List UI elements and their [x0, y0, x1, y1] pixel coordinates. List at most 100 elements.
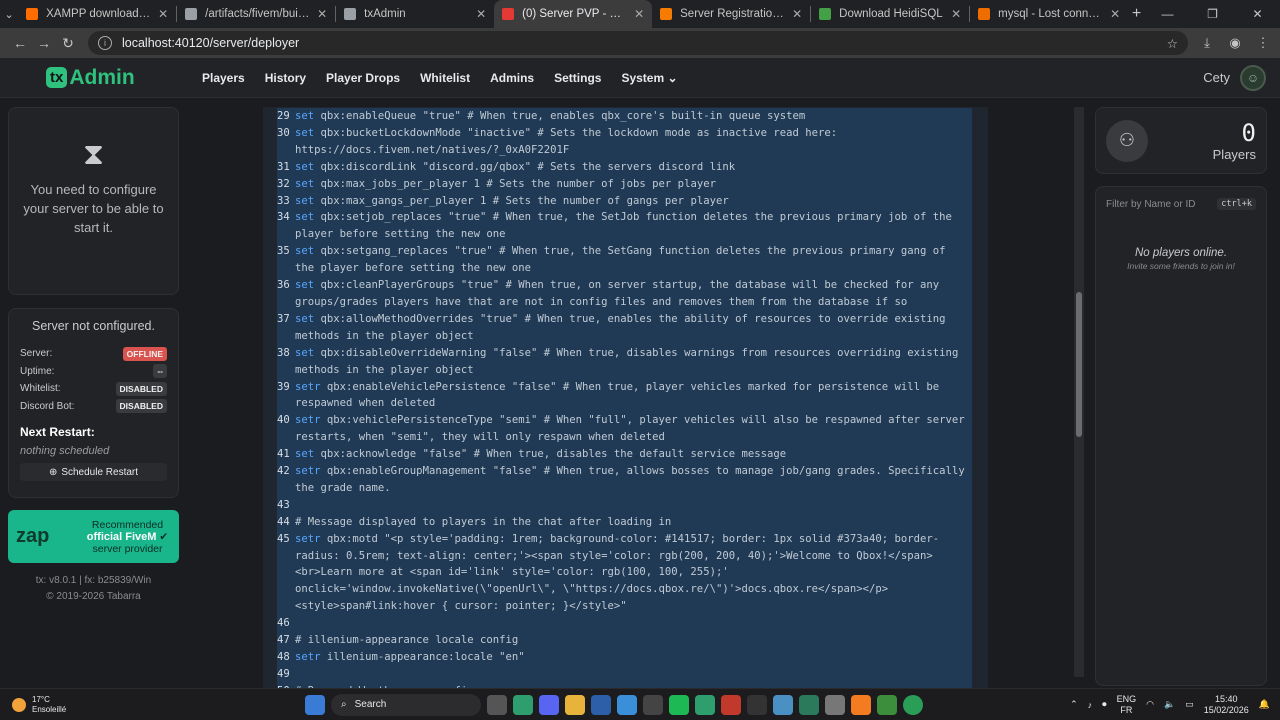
bookmark-star-icon[interactable]: ☆ [1167, 36, 1178, 51]
chrome-icon[interactable] [513, 694, 533, 715]
close-tab-icon[interactable]: ✕ [317, 7, 327, 21]
browser-tab[interactable]: XAMPP download | SourceForge ✕ [18, 0, 176, 28]
app-icon-2[interactable] [721, 694, 741, 715]
zap-text: Recommended official FiveM ✔ server prov… [84, 519, 171, 555]
avatar[interactable]: ☺ [1240, 64, 1266, 91]
nav-item[interactable]: System ⌄ [611, 71, 687, 85]
close-window-icon[interactable]: ✕ [1235, 7, 1280, 21]
username: Cety [1203, 70, 1230, 85]
close-tab-icon[interactable]: ✕ [634, 7, 644, 21]
app-icon[interactable] [591, 694, 611, 715]
zap-hosting-banner[interactable]: zap Recommended official FiveM ✔ server … [8, 510, 179, 563]
back-icon[interactable]: ← [8, 35, 32, 51]
close-tab-icon[interactable]: ✕ [158, 7, 168, 21]
nav-item[interactable]: Settings [544, 71, 611, 85]
line-number: 31 [277, 160, 290, 173]
nav-item[interactable]: Whitelist [410, 71, 480, 85]
nav-item[interactable]: Players [192, 71, 255, 85]
profile-icon[interactable]: ◉ [1226, 35, 1244, 51]
close-tab-icon[interactable]: ✕ [792, 7, 802, 21]
forward-icon[interactable]: → [32, 35, 56, 51]
terminal-icon[interactable] [747, 694, 767, 715]
line-text: set qbx:setjob_replaces "true" # When tr… [295, 209, 972, 243]
line-text: # Message displayed to players in the ch… [295, 514, 972, 531]
line-body: qbx:allowMethodOverrides "true" # When t… [295, 312, 952, 342]
file-explorer-icon[interactable] [565, 694, 585, 715]
new-tab-button[interactable]: + [1128, 5, 1145, 23]
site-info-icon[interactable]: i [98, 36, 112, 50]
taskbar-search[interactable]: ⌕ Search [331, 693, 481, 716]
tab-search-icon[interactable]: ⌄ [0, 0, 18, 28]
clock[interactable]: 15:40 15/02/2026 [1204, 694, 1249, 716]
schedule-restart-button[interactable]: ⊕ Schedule Restart [20, 463, 167, 481]
app-icon-4[interactable] [799, 694, 819, 715]
browser-tab[interactable]: Server Registration Keys - Cfx.re ✕ [652, 0, 810, 28]
mic-icon[interactable]: ⏺ [1102, 699, 1107, 710]
notification-icon[interactable]: 🔔 [1259, 699, 1270, 710]
windows-taskbar: 17°C Ensoleillé ⌕ Search ⌃ ♪ ⏺ ENG FR ◠ … [0, 688, 1280, 720]
battery-icon[interactable]: ▭ [1185, 699, 1194, 710]
line-body: qbx:acknowledge "false" # When true, dis… [314, 448, 787, 461]
chevron-up-icon[interactable]: ⌃ [1070, 699, 1078, 710]
schedule-restart-label: Schedule Restart [61, 466, 139, 478]
close-tab-icon[interactable]: ✕ [1110, 7, 1120, 21]
notepad-icon[interactable] [877, 694, 897, 715]
browser-tab[interactable]: /artifacts/fivem/build_server_w ✕ [177, 0, 335, 28]
minimize-icon[interactable]: — [1145, 7, 1190, 21]
browser-tab[interactable]: mysql - Lost connection to server ✕ [970, 0, 1128, 28]
heidisql-icon[interactable] [903, 694, 923, 715]
volume-icon[interactable]: 🔈 [1164, 699, 1175, 710]
maximize-icon[interactable]: ❐ [1190, 7, 1235, 21]
line-body: qbx:max_jobs_per_player 1 # Sets the num… [314, 177, 716, 190]
discord-icon[interactable] [539, 694, 559, 715]
settings-icon[interactable] [825, 694, 845, 715]
photos-icon[interactable] [617, 694, 637, 715]
wifi-icon[interactable]: ◠ [1146, 699, 1154, 710]
browser-tab[interactable]: (0) Server PVP - Server Deployer ✕ [494, 0, 653, 28]
zap-line1: Recommended [91, 518, 164, 531]
status-label: Discord Bot: [20, 400, 75, 412]
language-indicator[interactable]: ENG FR [1117, 694, 1137, 716]
nav-item[interactable]: Player Drops [316, 71, 410, 85]
tab-title: Download HeidiSQL [839, 8, 943, 20]
code-line: 46 [277, 615, 972, 632]
status-badge: DISABLED [115, 381, 167, 396]
browser-tab[interactable]: Download HeidiSQL ✕ [811, 0, 969, 28]
browser-tab[interactable]: txAdmin ✕ [336, 0, 494, 28]
line-body: qbx:bucketLockdownMode "inactive" # Sets… [295, 126, 844, 156]
start-icon[interactable] [305, 694, 325, 715]
server-cfg-editor[interactable]: 29 set qbx:enableQueue "true" # When true… [263, 107, 988, 688]
weather-widget[interactable]: 17°C Ensoleillé [12, 695, 172, 715]
reload-icon[interactable]: ↻ [56, 35, 80, 52]
line-keyword: setr [295, 651, 321, 663]
line-body: qbx:enableVehiclePersistence "false" # W… [295, 380, 946, 410]
code-line: 42 setr qbx:enableGroupManagement "false"… [277, 463, 972, 497]
code-line: 33 set qbx:max_gangs_per_player 1 # Sets … [277, 193, 972, 210]
download-icon[interactable]: ⤓ [1198, 35, 1216, 51]
user-box[interactable]: Cety ☺ [1203, 64, 1266, 91]
browser-menu-icon[interactable]: ⋮ [1254, 35, 1272, 51]
nav-item[interactable]: Admins [480, 71, 544, 85]
code-selection[interactable]: 29 set qbx:enableQueue "true" # When true… [277, 108, 972, 688]
headset-icon[interactable]: ♪ [1088, 700, 1093, 710]
url-field[interactable]: i localhost:40120/server/deployer ☆ [88, 31, 1188, 55]
shortcut-hint: ctrl+k [1217, 198, 1256, 210]
close-tab-icon[interactable]: ✕ [476, 7, 486, 21]
player-filter-input[interactable] [1106, 198, 1216, 210]
chrome-icon-2[interactable] [695, 694, 715, 715]
xampp-icon[interactable] [851, 694, 871, 715]
status-title: Server not configured. [32, 319, 155, 333]
line-text: set qbx:bucketLockdownMode "inactive" # … [295, 125, 972, 159]
app-icon-3[interactable] [773, 694, 793, 715]
favicon-icon [978, 8, 991, 20]
spotify-icon[interactable] [669, 694, 689, 715]
task-view-icon[interactable] [487, 694, 507, 715]
scrollbar-thumb[interactable] [1076, 292, 1082, 437]
txadmin-logo[interactable]: tx Admin [46, 65, 140, 91]
github-icon[interactable] [643, 694, 663, 715]
close-tab-icon[interactable]: ✕ [951, 7, 961, 21]
nav-item[interactable]: History [255, 71, 316, 85]
line-number: 43 [277, 498, 290, 511]
line-number: 35 [277, 245, 290, 258]
page-scrollbar[interactable] [1074, 107, 1084, 677]
